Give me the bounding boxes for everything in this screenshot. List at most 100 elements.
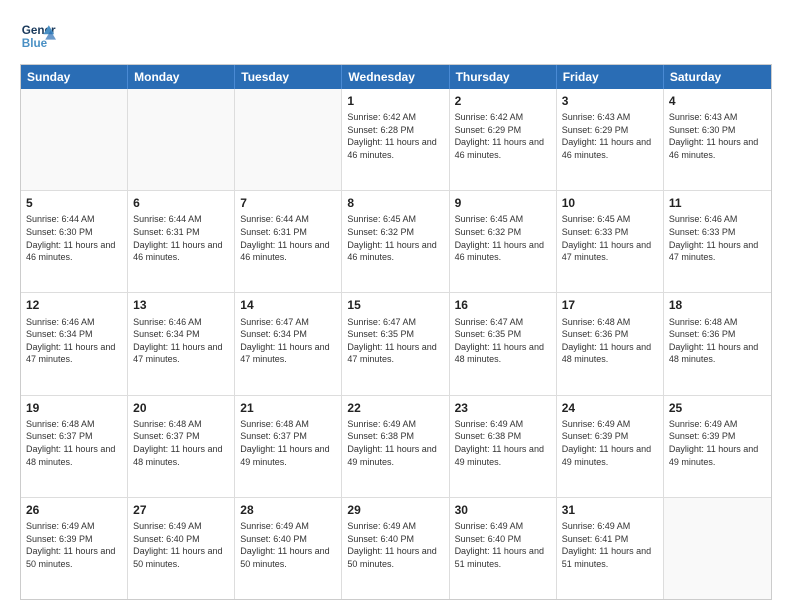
calendar-day-14: 14 Sunrise: 6:47 AM Sunset: 6:34 PM Dayli…	[235, 293, 342, 394]
calendar-day-16: 16 Sunrise: 6:47 AM Sunset: 6:35 PM Dayli…	[450, 293, 557, 394]
day-number: 9	[455, 195, 551, 211]
day-info: Sunrise: 6:43 AM Sunset: 6:29 PM Dayligh…	[562, 111, 658, 161]
calendar-day-9: 9 Sunrise: 6:45 AM Sunset: 6:32 PM Daylig…	[450, 191, 557, 292]
day-number: 12	[26, 297, 122, 313]
calendar-day-5: 5 Sunrise: 6:44 AM Sunset: 6:30 PM Daylig…	[21, 191, 128, 292]
day-info: Sunrise: 6:48 AM Sunset: 6:37 PM Dayligh…	[133, 418, 229, 468]
day-info: Sunrise: 6:44 AM Sunset: 6:30 PM Dayligh…	[26, 213, 122, 263]
day-number: 29	[347, 502, 443, 518]
calendar-day-12: 12Sunrise: 6:46 AM Sunset: 6:34 PM Dayli…	[21, 293, 128, 394]
calendar-row: 19 Sunrise: 6:48 AM Sunset: 6:37 PM Dayli…	[21, 395, 771, 497]
day-number: 16	[455, 297, 551, 313]
day-number: 5	[26, 195, 122, 211]
day-info: Sunrise: 6:44 AM Sunset: 6:31 PM Dayligh…	[240, 213, 336, 263]
day-number: 10	[562, 195, 658, 211]
day-info: Sunrise: 6:45 AM Sunset: 6:32 PM Dayligh…	[347, 213, 443, 263]
day-number: 14	[240, 297, 336, 313]
day-number: 19	[26, 400, 122, 416]
calendar-day-24: 24 Sunrise: 6:49 AM Sunset: 6:39 PM Dayli…	[557, 396, 664, 497]
day-info: Sunrise: 6:48 AM Sunset: 6:37 PM Dayligh…	[240, 418, 336, 468]
calendar-day-empty	[664, 498, 771, 599]
day-info: Sunrise: 6:49 AM Sunset: 6:39 PM Dayligh…	[26, 520, 122, 570]
day-info: Sunrise: 6:46 AM Sunset: 6:34 PM Dayligh…	[133, 316, 229, 366]
header-day: Wednesday	[342, 65, 449, 89]
day-info: Sunrise: 6:48 AM Sunset: 6:36 PM Dayligh…	[669, 316, 766, 366]
calendar-day-26: 26 Sunrise: 6:49 AM Sunset: 6:39 PM Dayli…	[21, 498, 128, 599]
calendar-day-20: 20 Sunrise: 6:48 AM Sunset: 6:37 PM Dayli…	[128, 396, 235, 497]
calendar-day-1: 1Sunrise: 6:42 AM Sunset: 6:28 PM Daylig…	[342, 89, 449, 190]
day-number: 26	[26, 502, 122, 518]
calendar-day-22: 22 Sunrise: 6:49 AM Sunset: 6:38 PM Dayli…	[342, 396, 449, 497]
calendar-row: 26 Sunrise: 6:49 AM Sunset: 6:39 PM Dayli…	[21, 497, 771, 599]
day-info: Sunrise: 6:49 AM Sunset: 6:39 PM Dayligh…	[669, 418, 766, 468]
day-info: Sunrise: 6:47 AM Sunset: 6:34 PM Dayligh…	[240, 316, 336, 366]
calendar-day-8: 8 Sunrise: 6:45 AM Sunset: 6:32 PM Daylig…	[342, 191, 449, 292]
calendar-day-empty	[128, 89, 235, 190]
calendar-day-7: 7 Sunrise: 6:44 AM Sunset: 6:31 PM Daylig…	[235, 191, 342, 292]
calendar-day-10: 10 Sunrise: 6:45 AM Sunset: 6:33 PM Dayli…	[557, 191, 664, 292]
day-info: Sunrise: 6:49 AM Sunset: 6:39 PM Dayligh…	[562, 418, 658, 468]
day-number: 22	[347, 400, 443, 416]
day-info: Sunrise: 6:42 AM Sunset: 6:28 PM Dayligh…	[347, 111, 443, 161]
calendar-row: 1Sunrise: 6:42 AM Sunset: 6:28 PM Daylig…	[21, 89, 771, 190]
logo-icon: General Blue	[20, 18, 56, 54]
calendar-day-18: 18 Sunrise: 6:48 AM Sunset: 6:36 PM Dayli…	[664, 293, 771, 394]
day-number: 25	[669, 400, 766, 416]
day-number: 15	[347, 297, 443, 313]
day-number: 27	[133, 502, 229, 518]
day-info: Sunrise: 6:47 AM Sunset: 6:35 PM Dayligh…	[455, 316, 551, 366]
day-info: Sunrise: 6:45 AM Sunset: 6:32 PM Dayligh…	[455, 213, 551, 263]
day-info: Sunrise: 6:48 AM Sunset: 6:36 PM Dayligh…	[562, 316, 658, 366]
calendar-day-28: 28Sunrise: 6:49 AM Sunset: 6:40 PM Dayli…	[235, 498, 342, 599]
day-number: 21	[240, 400, 336, 416]
calendar-day-empty	[235, 89, 342, 190]
day-number: 2	[455, 93, 551, 109]
header-day: Monday	[128, 65, 235, 89]
calendar-header: SundayMondayTuesdayWednesdayThursdayFrid…	[21, 65, 771, 89]
day-info: Sunrise: 6:46 AM Sunset: 6:33 PM Dayligh…	[669, 213, 766, 263]
svg-text:Blue: Blue	[22, 37, 48, 50]
calendar-body: 1Sunrise: 6:42 AM Sunset: 6:28 PM Daylig…	[21, 89, 771, 599]
day-number: 30	[455, 502, 551, 518]
calendar-day-2: 2 Sunrise: 6:42 AM Sunset: 6:29 PM Daylig…	[450, 89, 557, 190]
calendar-day-31: 31Sunrise: 6:49 AM Sunset: 6:41 PM Dayli…	[557, 498, 664, 599]
day-number: 4	[669, 93, 766, 109]
calendar-day-4: 4 Sunrise: 6:43 AM Sunset: 6:30 PM Daylig…	[664, 89, 771, 190]
calendar-row: 5 Sunrise: 6:44 AM Sunset: 6:30 PM Daylig…	[21, 190, 771, 292]
calendar-day-11: 11 Sunrise: 6:46 AM Sunset: 6:33 PM Dayli…	[664, 191, 771, 292]
day-number: 7	[240, 195, 336, 211]
calendar-day-13: 13 Sunrise: 6:46 AM Sunset: 6:34 PM Dayli…	[128, 293, 235, 394]
day-info: Sunrise: 6:49 AM Sunset: 6:38 PM Dayligh…	[455, 418, 551, 468]
day-number: 17	[562, 297, 658, 313]
calendar-day-23: 23Sunrise: 6:49 AM Sunset: 6:38 PM Dayli…	[450, 396, 557, 497]
calendar-day-29: 29Sunrise: 6:49 AM Sunset: 6:40 PM Dayli…	[342, 498, 449, 599]
day-number: 11	[669, 195, 766, 211]
calendar-day-3: 3 Sunrise: 6:43 AM Sunset: 6:29 PM Daylig…	[557, 89, 664, 190]
day-number: 20	[133, 400, 229, 416]
day-number: 8	[347, 195, 443, 211]
day-number: 13	[133, 297, 229, 313]
calendar-day-15: 15 Sunrise: 6:47 AM Sunset: 6:35 PM Dayli…	[342, 293, 449, 394]
header-day: Tuesday	[235, 65, 342, 89]
day-info: Sunrise: 6:45 AM Sunset: 6:33 PM Dayligh…	[562, 213, 658, 263]
calendar-day-27: 27Sunrise: 6:49 AM Sunset: 6:40 PM Dayli…	[128, 498, 235, 599]
calendar-day-21: 21 Sunrise: 6:48 AM Sunset: 6:37 PM Dayli…	[235, 396, 342, 497]
day-info: Sunrise: 6:49 AM Sunset: 6:38 PM Dayligh…	[347, 418, 443, 468]
logo: General Blue	[20, 18, 60, 54]
header-day: Thursday	[450, 65, 557, 89]
day-info: Sunrise: 6:47 AM Sunset: 6:35 PM Dayligh…	[347, 316, 443, 366]
calendar-day-30: 30 Sunrise: 6:49 AM Sunset: 6:40 PM Dayli…	[450, 498, 557, 599]
day-info: Sunrise: 6:49 AM Sunset: 6:40 PM Dayligh…	[455, 520, 551, 570]
calendar: SundayMondayTuesdayWednesdayThursdayFrid…	[20, 64, 772, 600]
calendar-row: 12 Sunrise: 6:46 AM Sunset: 6:34 PM Dayli…	[21, 292, 771, 394]
day-number: 24	[562, 400, 658, 416]
calendar-day-17: 17 Sunrise: 6:48 AM Sunset: 6:36 PM Dayli…	[557, 293, 664, 394]
day-number: 28	[240, 502, 336, 518]
day-info: Sunrise: 6:42 AM Sunset: 6:29 PM Dayligh…	[455, 111, 551, 161]
day-number: 3	[562, 93, 658, 109]
calendar-day-25: 25 Sunrise: 6:49 AM Sunset: 6:39 PM Dayli…	[664, 396, 771, 497]
day-info: Sunrise: 6:43 AM Sunset: 6:30 PM Dayligh…	[669, 111, 766, 161]
day-number: 6	[133, 195, 229, 211]
header-day: Sunday	[21, 65, 128, 89]
day-number: 18	[669, 297, 766, 313]
